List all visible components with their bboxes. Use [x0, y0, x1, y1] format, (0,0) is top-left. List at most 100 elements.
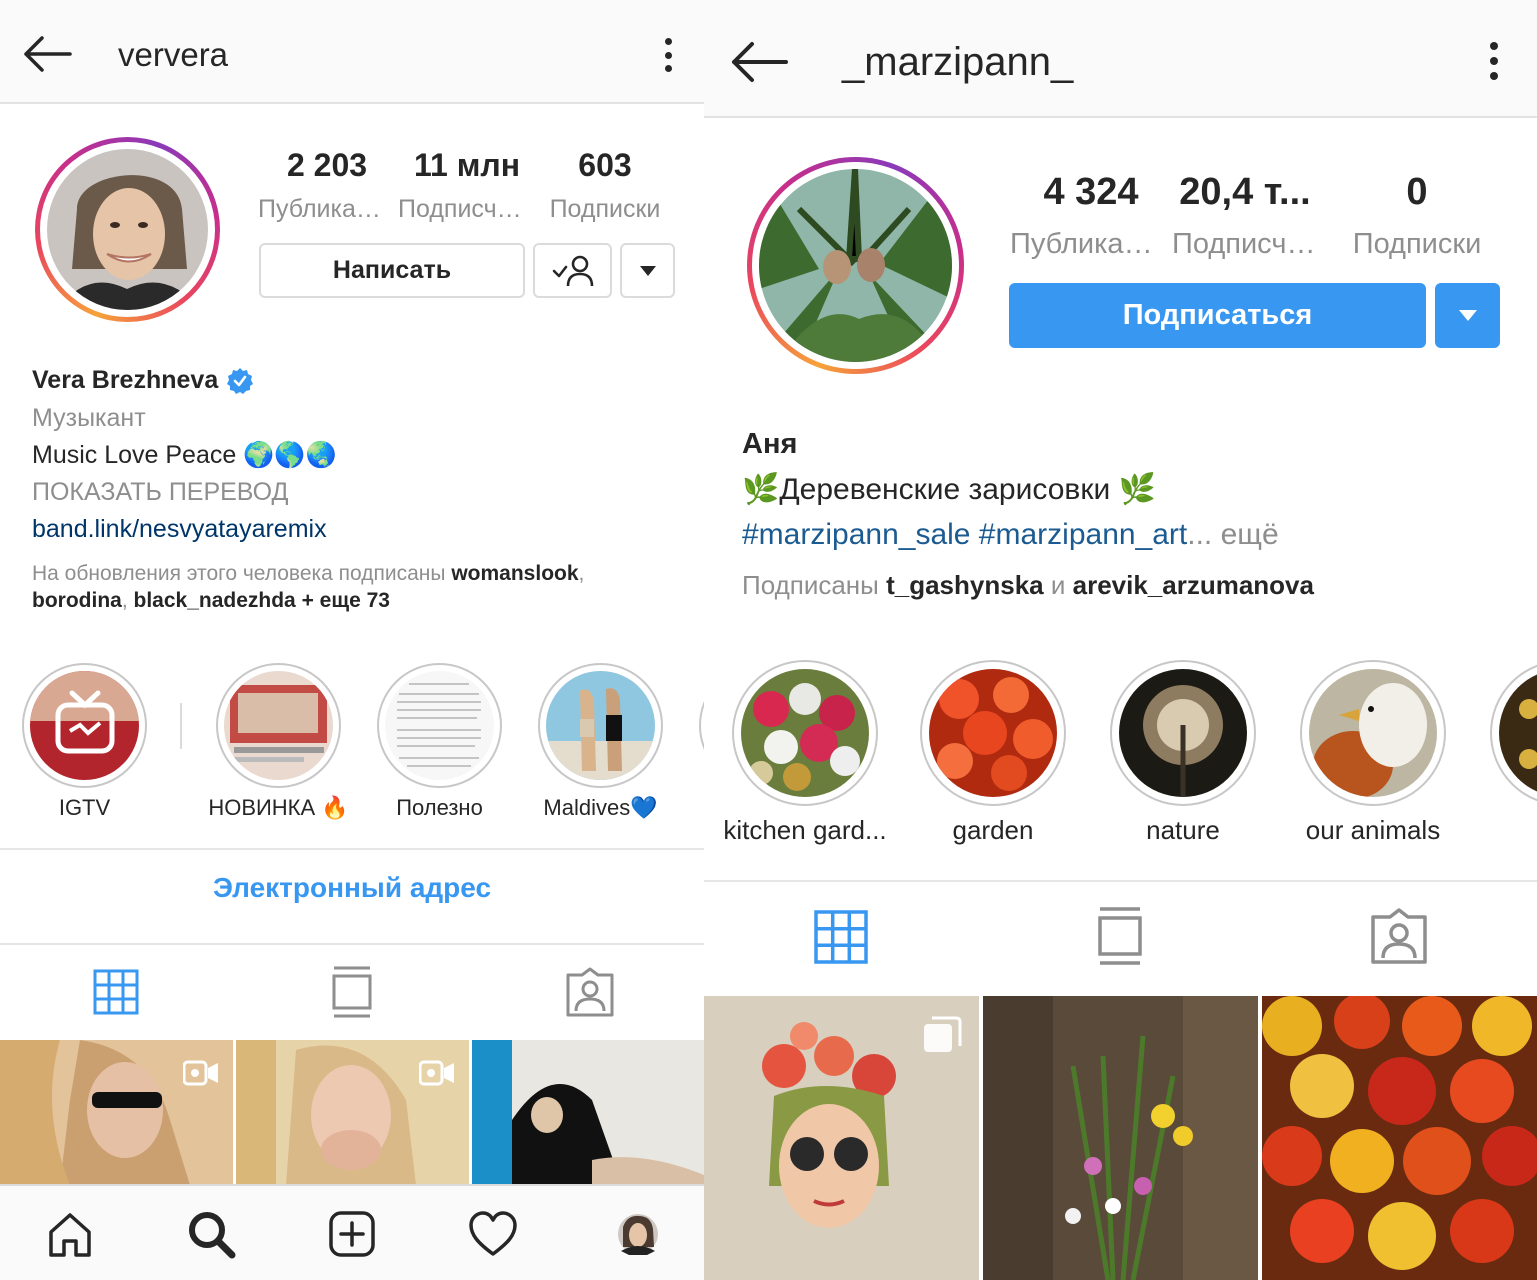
profile-tab-avatar[interactable]: [610, 1206, 666, 1262]
caret-down-icon: [1458, 310, 1477, 321]
separator: ,: [121, 589, 134, 612]
profile-bio: 🌿Деревенские зарисовки 🌿: [742, 473, 1156, 506]
profile-category: Музыкант: [32, 404, 146, 432]
suggested-users-button[interactable]: [533, 243, 612, 298]
hashtags-row: #marzipann_sale #marzipann_art... ещё: [742, 518, 1279, 552]
feed-tab-icon[interactable]: [332, 966, 372, 1018]
more-link[interactable]: ... ещё: [1187, 518, 1278, 551]
followed-by-line2[interactable]: borodina, black_nadezhda + еще 73: [32, 589, 390, 613]
posts-count[interactable]: 2 203: [258, 147, 396, 184]
profile-panel-marzipann: _marzipann_ 4 324 Публикации 20,4 т... П…: [704, 0, 1537, 1280]
video-icon: [182, 1060, 219, 1086]
profile-name: Vera Brezhneva: [32, 366, 219, 394]
post-thumbnail[interactable]: [236, 1040, 469, 1185]
following-label[interactable]: Подписки: [1336, 228, 1498, 261]
profile-avatar[interactable]: [759, 169, 952, 362]
followed-by-user[interactable]: womanslook: [451, 562, 578, 585]
profile-username: ververa: [118, 36, 229, 73]
highlight-label: kitchen gard...: [723, 815, 887, 845]
dropdown-button[interactable]: [620, 243, 675, 298]
profile-website-link[interactable]: band.link/nesvyatayaremix: [32, 515, 327, 544]
post-thumbnail[interactable]: [0, 1040, 233, 1185]
message-button[interactable]: Написать: [259, 243, 525, 298]
post-thumbnail[interactable]: [704, 996, 979, 1280]
followers-label[interactable]: Подписчики: [398, 195, 528, 224]
followed-by-user[interactable]: arevik_arzumanova: [1073, 570, 1314, 600]
highlight-cover[interactable]: [1309, 669, 1437, 797]
show-translation-link[interactable]: ПОКАЗАТЬ ПЕРЕВОД: [32, 478, 288, 507]
post-thumbnail[interactable]: [983, 996, 1258, 1280]
bottom-navigation: [0, 1184, 704, 1280]
profile-hashtags[interactable]: #marzipann_sale #marzipann_art: [742, 518, 1187, 551]
highlight-cover[interactable]: [546, 671, 655, 780]
top-bar: ververa: [0, 0, 704, 104]
back-arrow-icon[interactable]: [22, 34, 72, 74]
highlight-label: НОВИНКА 🔥: [208, 795, 349, 820]
follow-button[interactable]: Подписаться: [1009, 283, 1426, 348]
dropdown-button[interactable]: [1435, 283, 1500, 348]
followers-count[interactable]: 20,4 т...: [1170, 171, 1320, 214]
more-options-icon[interactable]: [1487, 42, 1501, 80]
followed-by-user[interactable]: borodina: [32, 589, 122, 612]
igtv-cover[interactable]: [30, 671, 139, 780]
followers-label[interactable]: Подписчики: [1172, 228, 1326, 261]
divider: [0, 848, 704, 850]
followed-by-and: и: [1043, 570, 1073, 600]
highlight-label: our animals: [1305, 815, 1441, 845]
verified-badge-icon: [227, 367, 254, 394]
following-count[interactable]: 0: [1342, 171, 1492, 214]
followed-by-prefix: На обновления этого человека подписаны: [32, 562, 452, 585]
following-count[interactable]: 603: [536, 147, 674, 184]
heart-icon[interactable]: [465, 1206, 521, 1262]
home-icon[interactable]: [42, 1206, 98, 1262]
divider: [704, 880, 1537, 882]
followed-by-prefix: Подписаны: [742, 570, 887, 600]
grid-tab-icon[interactable]: [93, 969, 139, 1015]
followers-count[interactable]: 11 млн: [398, 147, 536, 184]
feed-tab-icon[interactable]: [1098, 907, 1142, 965]
followed-by-more[interactable]: + еще 73: [296, 589, 390, 612]
divider: [0, 943, 704, 945]
posts-count[interactable]: 4 324: [1020, 171, 1162, 214]
followed-by-line1[interactable]: На обновления этого человека подписаны w…: [32, 562, 584, 586]
carousel-icon: [922, 1016, 962, 1054]
profile-name: Аня: [742, 428, 798, 460]
highlight-label: Maldives💙: [543, 795, 658, 820]
followed-by-user[interactable]: black_nadezhda: [134, 589, 296, 612]
back-arrow-icon[interactable]: [730, 40, 788, 84]
add-user-icon: [552, 255, 593, 286]
highlight-cover[interactable]: [385, 671, 494, 780]
post-thumbnail[interactable]: [1262, 996, 1537, 1280]
caret-down-icon: [639, 265, 656, 276]
profile-panel-ververa: ververa 2 203 Публикации 11 млн Подписчи…: [0, 0, 704, 1280]
tagged-tab-icon[interactable]: [566, 967, 614, 1017]
highlight-cover[interactable]: [224, 671, 333, 780]
profile-name-row: Vera Brezhneva: [32, 366, 254, 395]
highlight-label: nature: [1146, 815, 1220, 845]
search-icon[interactable]: [183, 1206, 239, 1262]
highlight-cover[interactable]: [1119, 669, 1247, 797]
profile-bio: Music Love Peace 🌍🌎🌏: [32, 441, 337, 469]
followed-by-row[interactable]: Подписаны t_gashynska и arevik_arzumanov…: [742, 570, 1314, 601]
more-options-icon[interactable]: [662, 38, 674, 72]
highlights-divider: [180, 703, 182, 749]
posts-label[interactable]: Публикации: [258, 195, 388, 224]
profile-avatar[interactable]: [47, 149, 208, 310]
new-post-icon[interactable]: [324, 1206, 380, 1262]
post-thumbnail[interactable]: [472, 1040, 704, 1185]
top-bar: _marzipann_: [704, 0, 1537, 118]
highlight-cover[interactable]: [741, 669, 869, 797]
tagged-tab-icon[interactable]: [1371, 908, 1427, 964]
video-icon: [418, 1060, 455, 1086]
highlight-label: IGTV: [58, 795, 111, 820]
profile-username: _marzipann_: [842, 40, 1074, 84]
highlight-label: Полезно: [396, 795, 483, 820]
followed-by-user[interactable]: t_gashynska: [886, 570, 1044, 600]
highlight-label: garden: [952, 815, 1034, 845]
following-label[interactable]: Подписки: [536, 195, 674, 224]
grid-tab-icon[interactable]: [814, 910, 868, 964]
email-button[interactable]: Электронный адрес: [0, 872, 704, 904]
posts-label[interactable]: Публикации: [1010, 228, 1162, 261]
separator: ,: [578, 562, 585, 585]
highlight-cover[interactable]: [929, 669, 1057, 797]
